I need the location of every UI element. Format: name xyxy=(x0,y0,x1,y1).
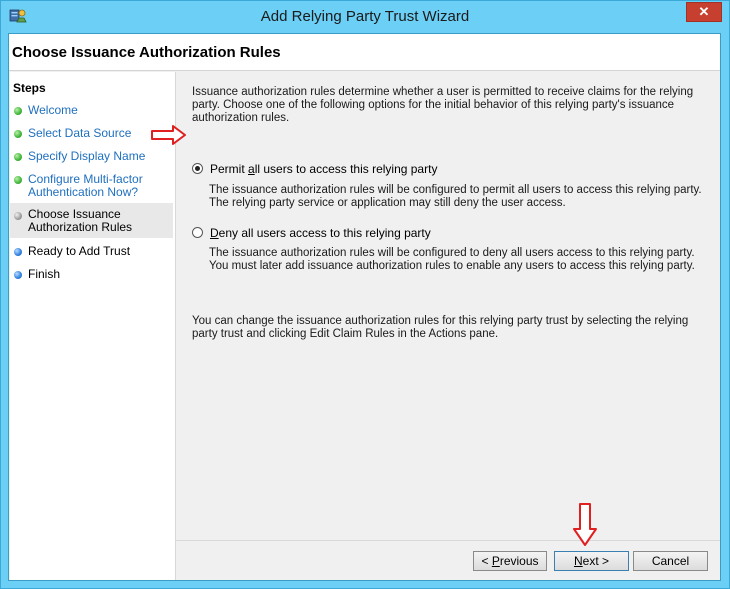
title-bar[interactable]: Add Relying Party Trust Wizard ✕ xyxy=(1,1,729,33)
button-bar: < Previous Next > Cancel xyxy=(176,540,720,581)
radio-button-unchecked[interactable] xyxy=(192,227,203,238)
annotation-arrow-down-icon xyxy=(573,503,597,546)
step-label: Specify Display Name xyxy=(28,149,146,163)
permit-description: The issuance authorization rules will be… xyxy=(209,184,702,209)
close-icon: ✕ xyxy=(698,4,710,19)
step-choose-issuance-authorization-rules: Choose Issuance Authorization Rules xyxy=(10,203,173,238)
wizard-client-area: Choose Issuance Authorization Rules Step… xyxy=(8,33,721,581)
permit-all-users-label[interactable]: Permit all users to access this relying … xyxy=(210,162,437,176)
blue-status-dot-icon xyxy=(14,248,22,256)
radio-button-checked[interactable] xyxy=(192,163,203,174)
wizard-window: Add Relying Party Trust Wizard ✕ Choose … xyxy=(0,0,730,589)
step-select-data-source[interactable]: Select Data Source xyxy=(10,127,173,142)
step-label: Finish xyxy=(28,267,61,281)
step-ready-to-add-trust: Ready to Add Trust xyxy=(10,245,173,260)
annotation-arrow-right-icon xyxy=(151,125,186,145)
cancel-button[interactable]: Cancel xyxy=(633,551,708,571)
label-suffix: eny all users access to this relying par… xyxy=(218,226,431,240)
accelerator-key: P xyxy=(491,554,500,568)
accelerator-key: a xyxy=(248,162,255,176)
step-label: Configure Multi-factor Authentication No… xyxy=(28,172,143,199)
next-button[interactable]: Next > xyxy=(554,551,629,571)
step-finish: Finish xyxy=(10,268,173,283)
close-button[interactable]: ✕ xyxy=(686,2,722,22)
blue-status-dot-icon xyxy=(14,271,22,279)
green-status-dot-icon xyxy=(14,176,22,184)
label-suffix: ll users to access this relying party xyxy=(254,162,438,176)
footer-note: You can change the issuance authorizatio… xyxy=(192,315,689,340)
intro-text: Issuance authorization rules determine w… xyxy=(192,86,694,124)
current-step-dot-icon xyxy=(14,212,22,220)
previous-button[interactable]: < Previous xyxy=(473,551,547,571)
accelerator-key: N xyxy=(573,554,583,568)
step-label: Ready to Add Trust xyxy=(28,244,131,258)
green-status-dot-icon xyxy=(14,130,22,138)
step-configure-mfa[interactable]: Configure Multi-factor Authentication No… xyxy=(10,173,173,201)
steps-heading: Steps xyxy=(13,81,46,95)
accelerator-key: D xyxy=(210,226,219,240)
step-label: Welcome xyxy=(28,103,78,117)
step-label: Choose Issuance Authorization Rules xyxy=(28,207,133,234)
button-suffix: ext > xyxy=(582,554,610,568)
page-title: Choose Issuance Authorization Rules xyxy=(12,44,281,61)
step-label: Select Data Source xyxy=(28,126,132,140)
label-prefix: Permit xyxy=(210,162,249,176)
button-suffix: revious xyxy=(499,554,539,568)
deny-all-users-label[interactable]: Deny all users access to this relying pa… xyxy=(210,226,431,240)
steps-panel: Steps Welcome Select Data Source Specify… xyxy=(10,72,176,580)
button-prefix: < xyxy=(481,554,492,568)
step-specify-display-name[interactable]: Specify Display Name xyxy=(10,150,173,165)
page-header: Choose Issuance Authorization Rules xyxy=(9,34,720,71)
deny-description: The issuance authorization rules will be… xyxy=(209,247,695,272)
step-welcome[interactable]: Welcome xyxy=(10,104,173,119)
green-status-dot-icon xyxy=(14,107,22,115)
green-status-dot-icon xyxy=(14,153,22,161)
window-title: Add Relying Party Trust Wizard xyxy=(260,8,470,25)
